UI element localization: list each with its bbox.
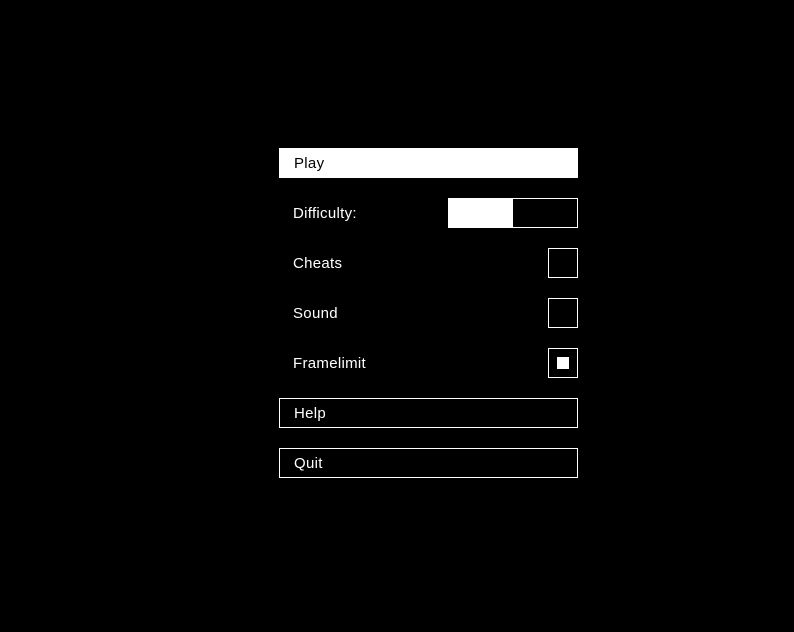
framelimit-label: Framelimit [293, 355, 366, 372]
difficulty-label: Difficulty: [293, 205, 357, 222]
cheats-row: Cheats [279, 248, 578, 278]
play-label: Play [294, 155, 324, 172]
sound-label: Sound [293, 305, 338, 322]
quit-label: Quit [294, 455, 323, 472]
main-menu: Play Difficulty: Cheats Sound Framelimit… [279, 148, 578, 498]
difficulty-row: Difficulty: [279, 198, 578, 228]
play-button[interactable]: Play [279, 148, 578, 178]
sound-row: Sound [279, 298, 578, 328]
cheats-label: Cheats [293, 255, 342, 272]
difficulty-slider[interactable] [448, 198, 578, 228]
difficulty-slider-fill [449, 199, 513, 227]
help-label: Help [294, 405, 326, 422]
framelimit-checkbox[interactable] [548, 348, 578, 378]
sound-checkbox[interactable] [548, 298, 578, 328]
quit-button[interactable]: Quit [279, 448, 578, 478]
help-button[interactable]: Help [279, 398, 578, 428]
framelimit-row: Framelimit [279, 348, 578, 378]
cheats-checkbox[interactable] [548, 248, 578, 278]
framelimit-check-icon [557, 357, 569, 369]
